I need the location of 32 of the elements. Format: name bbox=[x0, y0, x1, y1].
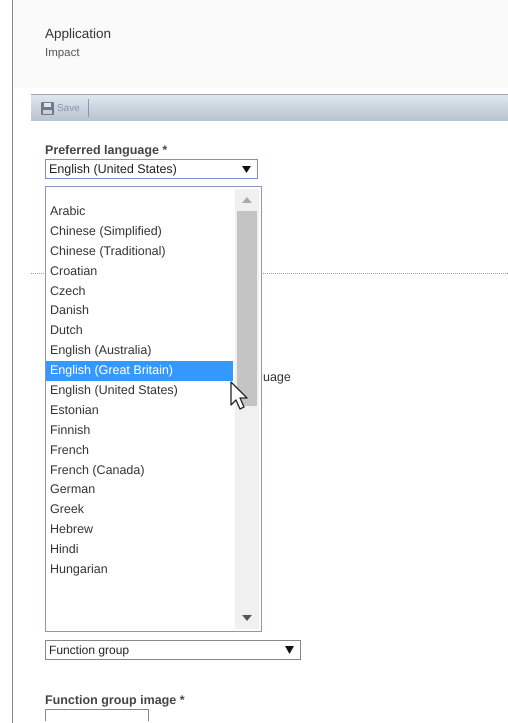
field-label: Preferred language * bbox=[45, 143, 168, 157]
dropdown-option[interactable]: Czech bbox=[46, 282, 233, 302]
scroll-down-icon[interactable] bbox=[242, 615, 252, 621]
field-label: Function group image * bbox=[45, 693, 185, 707]
language-select[interactable]: English (United States) bbox=[45, 159, 258, 179]
dropdown-option[interactable]: Arabic bbox=[46, 202, 233, 222]
scrollbar-thumb[interactable] bbox=[237, 211, 257, 406]
dropdown-option[interactable]: Danish bbox=[46, 301, 233, 322]
function-group-select[interactable]: Function group bbox=[45, 640, 301, 660]
dropdown-option[interactable]: Hebrew bbox=[46, 520, 233, 540]
field-label: uage bbox=[263, 370, 291, 384]
dropdown-option[interactable]: Estonian bbox=[46, 400, 233, 421]
scroll-up-icon[interactable] bbox=[242, 197, 252, 203]
dropdown-option[interactable]: French bbox=[46, 440, 233, 461]
dropdown-option[interactable]: Chinese (Simplified) bbox=[46, 222, 233, 242]
dropdown-arrow-icon bbox=[285, 646, 294, 654]
dropdown-option[interactable]: Dutch bbox=[46, 321, 233, 342]
dropdown-option[interactable]: English (Australia) bbox=[46, 341, 233, 362]
image-select[interactable] bbox=[45, 709, 149, 721]
dropdown-option[interactable]: English (United States) bbox=[46, 381, 233, 401]
dropdown-option[interactable]: German bbox=[46, 480, 233, 500]
dropdown-option[interactable]: Finnish bbox=[46, 420, 233, 441]
record-name: Impact bbox=[45, 47, 80, 59]
dropdown-option[interactable]: Chinese (Traditional) bbox=[46, 242, 233, 262]
record-type-label: Application bbox=[45, 26, 112, 41]
dropdown-option[interactable]: Greek bbox=[46, 500, 233, 520]
dropdown-arrow-icon bbox=[242, 166, 251, 172]
dropdown-option[interactable]: Hungarian bbox=[46, 560, 233, 580]
dropdown-option[interactable]: French (Canada) bbox=[46, 460, 233, 480]
scrollbar[interactable] bbox=[235, 189, 259, 629]
dropdown-option[interactable]: Hindi bbox=[46, 540, 233, 560]
dropdown-option[interactable]: Croatian bbox=[46, 262, 233, 282]
